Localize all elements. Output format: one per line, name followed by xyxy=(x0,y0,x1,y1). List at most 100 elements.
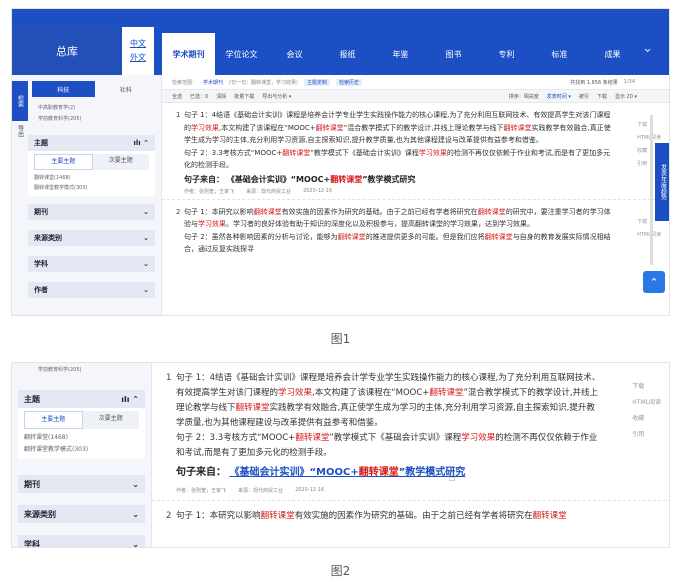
screenshot-figure-1: 总库 中文 外文 学术期刊 学位论文 会议 报纸 年鉴 图书 专利 标准 成果 … xyxy=(11,8,670,316)
sort-download[interactable]: 下载 xyxy=(597,93,607,100)
nav-item-theses[interactable]: 学位论文 xyxy=(215,33,268,75)
nav-item-newspaper[interactable]: 报纸 xyxy=(321,33,374,75)
list-item[interactable]: 翻转课堂(1468) xyxy=(34,173,149,183)
author-link[interactable]: 张则宽；王家飞 xyxy=(199,189,234,195)
nav-item-achievements[interactable]: 成果 xyxy=(586,33,639,75)
chevron-down-icon: ⌄ xyxy=(143,286,149,294)
scope-value[interactable]: 学术期刊 xyxy=(203,79,223,86)
select-all-checkbox[interactable]: 全选 xyxy=(172,93,182,100)
facet-journal-label: 期刊 xyxy=(24,479,40,489)
subtab-sub-topic[interactable]: 次要主题 xyxy=(82,411,139,429)
chevron-down-icon[interactable]: ⌄ xyxy=(642,41,653,56)
journal-link[interactable]: 现代商贸工业 xyxy=(261,189,291,195)
facet-subject-label: 学科 xyxy=(34,260,48,268)
batch-download-button[interactable]: 批量下载 xyxy=(234,93,254,100)
list-item[interactable]: 翻转课堂教学模式(303) xyxy=(34,183,149,193)
chevron-down-icon: ⌄ xyxy=(132,509,139,519)
chevron-down-icon: ⌄ xyxy=(132,479,139,489)
nav-item-books[interactable]: 图书 xyxy=(427,33,480,75)
list-item[interactable]: 翻转课堂(1468) xyxy=(24,432,139,444)
result-meta: 作者：张则宽；王家飞 来源：现代商贸工业 2020-12-16 xyxy=(184,187,333,195)
result-sentence-1: 句子 1：本研究以影响翻转课堂有效实施的因素作为研究的基础。由于之前已经有学者将… xyxy=(176,511,567,521)
search-scope-bar: 检索范围： 学术期刊 (句一句：翻转课堂，学习效果) 主题定制 检索历史 共找到… xyxy=(162,75,669,89)
facet-topic-label: 主题 xyxy=(24,394,40,404)
author-link[interactable]: 张则宽；王家飞 xyxy=(191,488,226,494)
result-sentence-2: 句子 2：3.3考核方式“MOOC+翻转课堂”教学模式下《基础会计实训》课程学习… xyxy=(184,148,611,170)
facet-source-type[interactable]: 来源类别 ⌄ xyxy=(28,230,155,246)
html-read-button[interactable]: HTML阅读 xyxy=(632,395,661,411)
chevron-down-icon: ⌄ xyxy=(143,260,149,268)
facet-subject[interactable]: 学科 ⌄ xyxy=(18,535,145,548)
nav-item-standards[interactable]: 标准 xyxy=(533,33,586,75)
result-item-1: 1 句子 1：4结语《基础会计实训》课程是培养会计学专业学生实践操作能力的核心课… xyxy=(162,103,669,200)
search-history-chip[interactable]: 检索历史 xyxy=(335,78,362,86)
arrow-up-icon[interactable]: ⌃ xyxy=(643,271,665,293)
scope-label: 检索范围： xyxy=(172,79,198,86)
chevron-down-icon: ⌄ xyxy=(132,539,139,548)
lang-cn[interactable]: 中文 xyxy=(130,37,146,51)
publish-trend-tab[interactable]: 发表年度趋势 xyxy=(655,143,669,221)
result-sentence-2: 句子 2：3.3考核方式“MOOC+翻转课堂”教学模式下《基础会计实训》课程学习… xyxy=(176,433,598,458)
lang-en[interactable]: 外文 xyxy=(130,51,146,65)
tab-science[interactable]: 科技 xyxy=(32,81,95,97)
chart-icon[interactable]: ılı ⌃ xyxy=(133,139,149,147)
subtab-sub-topic[interactable]: 次要主题 xyxy=(92,154,149,170)
facet-author-label: 作者 xyxy=(34,286,48,294)
result-item-2: 2 句子 1：本研究以影响翻转课堂有效实施的因素作为研究的基础。由于之前已经有学… xyxy=(162,200,669,260)
facet-subject[interactable]: 学科 ⌄ xyxy=(28,256,155,272)
chart-icon[interactable]: ılı ⌃ xyxy=(121,395,139,404)
sort-publish-time[interactable]: 发表时间 ▾ xyxy=(547,93,571,100)
sort-cited[interactable]: 被引 xyxy=(579,93,589,100)
filter-sidebar: 学前教育科学(205) 主题 ılı ⌃ 主要主题 次要主题 翻转课堂(1468… xyxy=(12,363,152,548)
facet-topic[interactable]: 主题 ılı ⌃ xyxy=(18,390,145,408)
list-item[interactable]: 学前教育科学(205) xyxy=(38,365,151,376)
nav-home-tab[interactable]: 总库 xyxy=(12,27,122,75)
publish-date: 2020-12-16 xyxy=(303,187,333,194)
favorite-button[interactable]: 收藏 xyxy=(632,411,661,427)
result-meta: 作者：张则宽；王家飞 来源：现代商贸工业 2020-12-16 xyxy=(176,487,325,494)
result-sentence-1: 句子 1：本研究以影响翻转课堂有效实施的因素作为研究的基础。由于之前已经有学者将… xyxy=(184,207,611,229)
source-title-link[interactable]: 《基础会计实训》“MOOC+翻转课堂”教学模式研究 xyxy=(227,175,416,184)
result-item-1: 1 句子 1：4结语《基础会计实训》课程是培养会计学专业学生实践操作能力的核心课… xyxy=(152,363,669,501)
language-switch[interactable]: 中文 外文 xyxy=(122,27,154,75)
tab-social-science[interactable]: 社科 xyxy=(95,81,158,97)
results-main: 检索范围： 学术期刊 (句一句：翻转课堂，学习效果) 主题定制 检索历史 共找到… xyxy=(162,75,669,315)
query-text: (句一句：翻转课堂，学习效果) xyxy=(229,79,298,86)
scrollbar[interactable] xyxy=(650,115,653,265)
list-item[interactable]: 中高职教育学(2) xyxy=(38,103,161,114)
export-analysis-button[interactable]: 导出与分析 ▾ xyxy=(262,93,291,100)
topic-custom-chip[interactable]: 主题定制 xyxy=(303,78,330,86)
top-navigation: 总库 中文 外文 学术期刊 学位论文 会议 报纸 年鉴 图书 专利 标准 成果 … xyxy=(12,9,669,75)
result-actions: 下载 HTML阅读 收藏 引用 xyxy=(632,379,661,443)
nav-item-patents[interactable]: 专利 xyxy=(480,33,533,75)
nav-item-yearbook[interactable]: 年鉴 xyxy=(374,33,427,75)
facet-author[interactable]: 作者 ⌄ xyxy=(28,282,155,298)
list-item[interactable]: 翻转课堂教学模式(303) xyxy=(24,444,139,456)
facet-source-type[interactable]: 来源类别 ⌄ xyxy=(18,505,145,523)
sidebar-vert-tab-export[interactable]: 导出 xyxy=(12,121,28,141)
clear-button[interactable]: 清除 xyxy=(216,93,226,100)
download-button[interactable]: 下载 xyxy=(632,379,661,395)
page-size-select[interactable]: 显示 20 ▾ xyxy=(615,93,637,100)
facet-journal-label: 期刊 xyxy=(34,208,48,216)
result-source: 句子来自： 《基础会计实训》“MOOC+翻转课堂”教学模式研究 ☝ xyxy=(176,463,601,484)
result-item-2: 2 句子 1：本研究以影响翻转课堂有效实施的因素作为研究的基础。由于之前已经有学… xyxy=(152,501,669,530)
list-item[interactable]: 学前教育科学(205) xyxy=(38,114,161,125)
screenshot-figure-2: 学前教育科学(205) 主题 ılı ⌃ 主要主题 次要主题 翻转课堂(1468… xyxy=(11,362,670,548)
result-count: 共找到 1,656 条结果 xyxy=(570,79,618,86)
selected-count: 已选：0 xyxy=(190,93,209,100)
facet-journal[interactable]: 期刊 ⌄ xyxy=(28,204,155,220)
page-indicator: 1/34 xyxy=(623,79,635,85)
nav-item-conference[interactable]: 会议 xyxy=(268,33,321,75)
source-title-link[interactable]: 《基础会计实训》“MOOC+翻转课堂”教学模式研究 xyxy=(229,467,465,478)
result-number: 1 xyxy=(176,111,181,119)
sort-relevance[interactable]: 排序：相关度 xyxy=(509,93,539,100)
sidebar-vert-tab-search[interactable]: 检索 xyxy=(12,81,28,121)
subtab-main-topic[interactable]: 主要主题 xyxy=(34,154,93,170)
facet-topic[interactable]: 主题 ılı ⌃ xyxy=(28,135,155,151)
facet-journal[interactable]: 期刊 ⌄ xyxy=(18,475,145,493)
cite-button[interactable]: 引用 xyxy=(632,427,661,443)
journal-link[interactable]: 现代商贸工业 xyxy=(253,488,283,494)
nav-item-journals[interactable]: 学术期刊 xyxy=(162,33,215,75)
subtab-main-topic[interactable]: 主要主题 xyxy=(24,411,83,429)
